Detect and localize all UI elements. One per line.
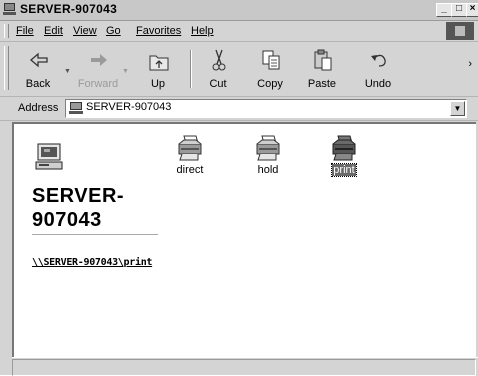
menu-edit[interactable]: Edit (44, 25, 63, 37)
printer-direct[interactable]: direct (160, 134, 220, 184)
copy-button[interactable]: Copy (248, 46, 292, 92)
paste-button[interactable]: Paste (300, 46, 344, 92)
printer-hold[interactable]: hold (238, 134, 298, 184)
divider (32, 234, 158, 235)
close-button[interactable]: × (466, 3, 478, 17)
computer-icon (69, 102, 83, 114)
forward-dropdown-icon[interactable]: ▼ (122, 68, 129, 75)
copy-icon (262, 50, 280, 70)
address-input[interactable]: SERVER-907043 ▼ (65, 99, 467, 118)
selected-item-path-link[interactable]: \\SERVER-907043\print (32, 257, 172, 268)
menu-favorites[interactable]: Favorites (136, 25, 181, 37)
back-arrow-icon (30, 52, 48, 68)
toolbar-more-icon[interactable]: › (468, 58, 472, 70)
menu-file[interactable]: File (16, 25, 34, 37)
back-button[interactable]: Back (16, 46, 60, 92)
server-name-heading: SERVER-907043 (32, 185, 125, 231)
forward-button[interactable]: Forward (76, 46, 120, 92)
server-computer-icon (35, 143, 63, 170)
menu-bar: File Edit View Go Favorites Help (0, 21, 478, 42)
printer-label: direct (176, 164, 204, 176)
status-bar (12, 357, 478, 376)
menubar-grip[interactable] (4, 24, 9, 38)
printer-print[interactable]: print (314, 134, 374, 184)
undo-button[interactable]: Undo (356, 46, 400, 92)
minimize-button[interactable]: _ (436, 3, 452, 17)
title-bar[interactable]: SERVER-907043 _ □ × (0, 0, 478, 21)
toolbar-separator (190, 50, 192, 88)
menu-go[interactable]: Go (106, 25, 121, 37)
printer-label: hold (257, 164, 279, 176)
printer-label: print (331, 163, 357, 177)
printer-icon (332, 135, 356, 161)
paste-icon (314, 49, 332, 71)
forward-arrow-icon (91, 54, 107, 66)
printer-icon (256, 135, 280, 161)
menu-help[interactable]: Help (191, 25, 214, 37)
address-label: Address (18, 102, 59, 114)
computer-icon (3, 3, 16, 15)
cut-button[interactable]: Cut (196, 46, 240, 92)
scissors-icon (212, 49, 226, 71)
window-title: SERVER-907043 (20, 2, 118, 16)
menu-view[interactable]: View (73, 25, 97, 37)
standard-toolbar: Back ▼ Forward ▼ Up Cut Copy Paste Undo … (0, 42, 478, 97)
address-dropdown-icon[interactable]: ▼ (450, 101, 465, 116)
windows-logo-icon (446, 22, 474, 40)
status-pane (12, 359, 476, 376)
address-value: SERVER-907043 (86, 101, 172, 113)
printer-icon (178, 135, 202, 161)
toolbar-grip[interactable] (4, 46, 9, 90)
up-button[interactable]: Up (136, 46, 180, 92)
undo-icon (371, 54, 386, 67)
address-bar: Address SERVER-907043 ▼ (0, 97, 478, 121)
up-folder-icon (149, 55, 169, 71)
folder-view: SERVER-907043 \\SERVER-907043\print dire… (12, 122, 476, 357)
maximize-button[interactable]: □ (451, 3, 467, 17)
explorer-window: SERVER-907043 _ □ × File Edit View Go Fa… (0, 0, 478, 376)
back-dropdown-icon[interactable]: ▼ (64, 68, 71, 75)
